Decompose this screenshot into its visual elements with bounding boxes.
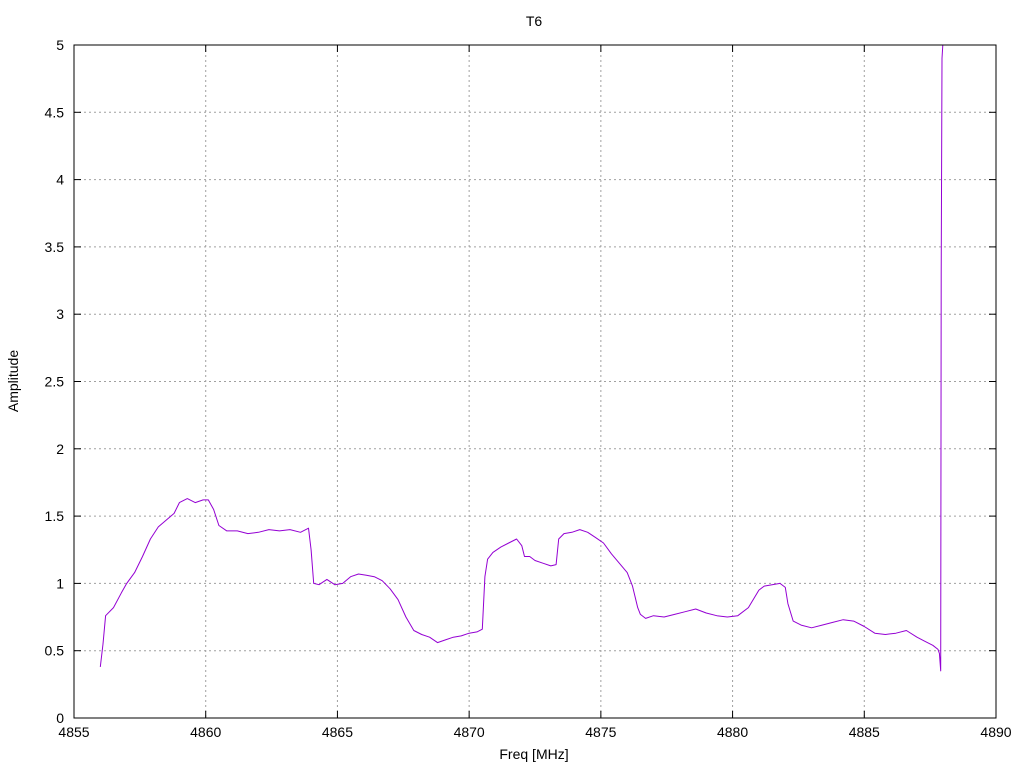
chart-background bbox=[0, 0, 1024, 768]
x-tick-label: 4875 bbox=[585, 724, 616, 740]
y-tick-label: 3 bbox=[56, 306, 64, 322]
y-tick-label: 0 bbox=[56, 710, 64, 726]
y-tick-label: 0.5 bbox=[45, 643, 65, 659]
x-tick-label: 4890 bbox=[980, 724, 1011, 740]
x-tick-label: 4860 bbox=[190, 724, 221, 740]
y-tick-label: 3.5 bbox=[45, 239, 65, 255]
y-tick-label: 1 bbox=[56, 575, 64, 591]
y-tick-label: 5 bbox=[56, 37, 64, 53]
y-tick-label: 2 bbox=[56, 441, 64, 457]
y-tick-label: 1.5 bbox=[45, 508, 65, 524]
y-tick-label: 2.5 bbox=[45, 374, 65, 390]
y-axis-title: Amplitude bbox=[5, 350, 21, 412]
x-tick-label: 4885 bbox=[849, 724, 880, 740]
x-tick-label: 4855 bbox=[58, 724, 89, 740]
x-tick-label: 4880 bbox=[717, 724, 748, 740]
x-tick-label: 4870 bbox=[454, 724, 485, 740]
y-tick-label: 4 bbox=[56, 172, 64, 188]
chart-title: T6 bbox=[526, 13, 543, 29]
spectrum-chart: 4855 4860 4865 4870 4875 4880 4885 4890 0 0.5 1 1.5… bbox=[0, 0, 1024, 768]
x-axis-title: Freq [MHz] bbox=[499, 746, 568, 762]
y-tick-label: 4.5 bbox=[45, 104, 65, 120]
x-tick-label: 4865 bbox=[322, 724, 353, 740]
